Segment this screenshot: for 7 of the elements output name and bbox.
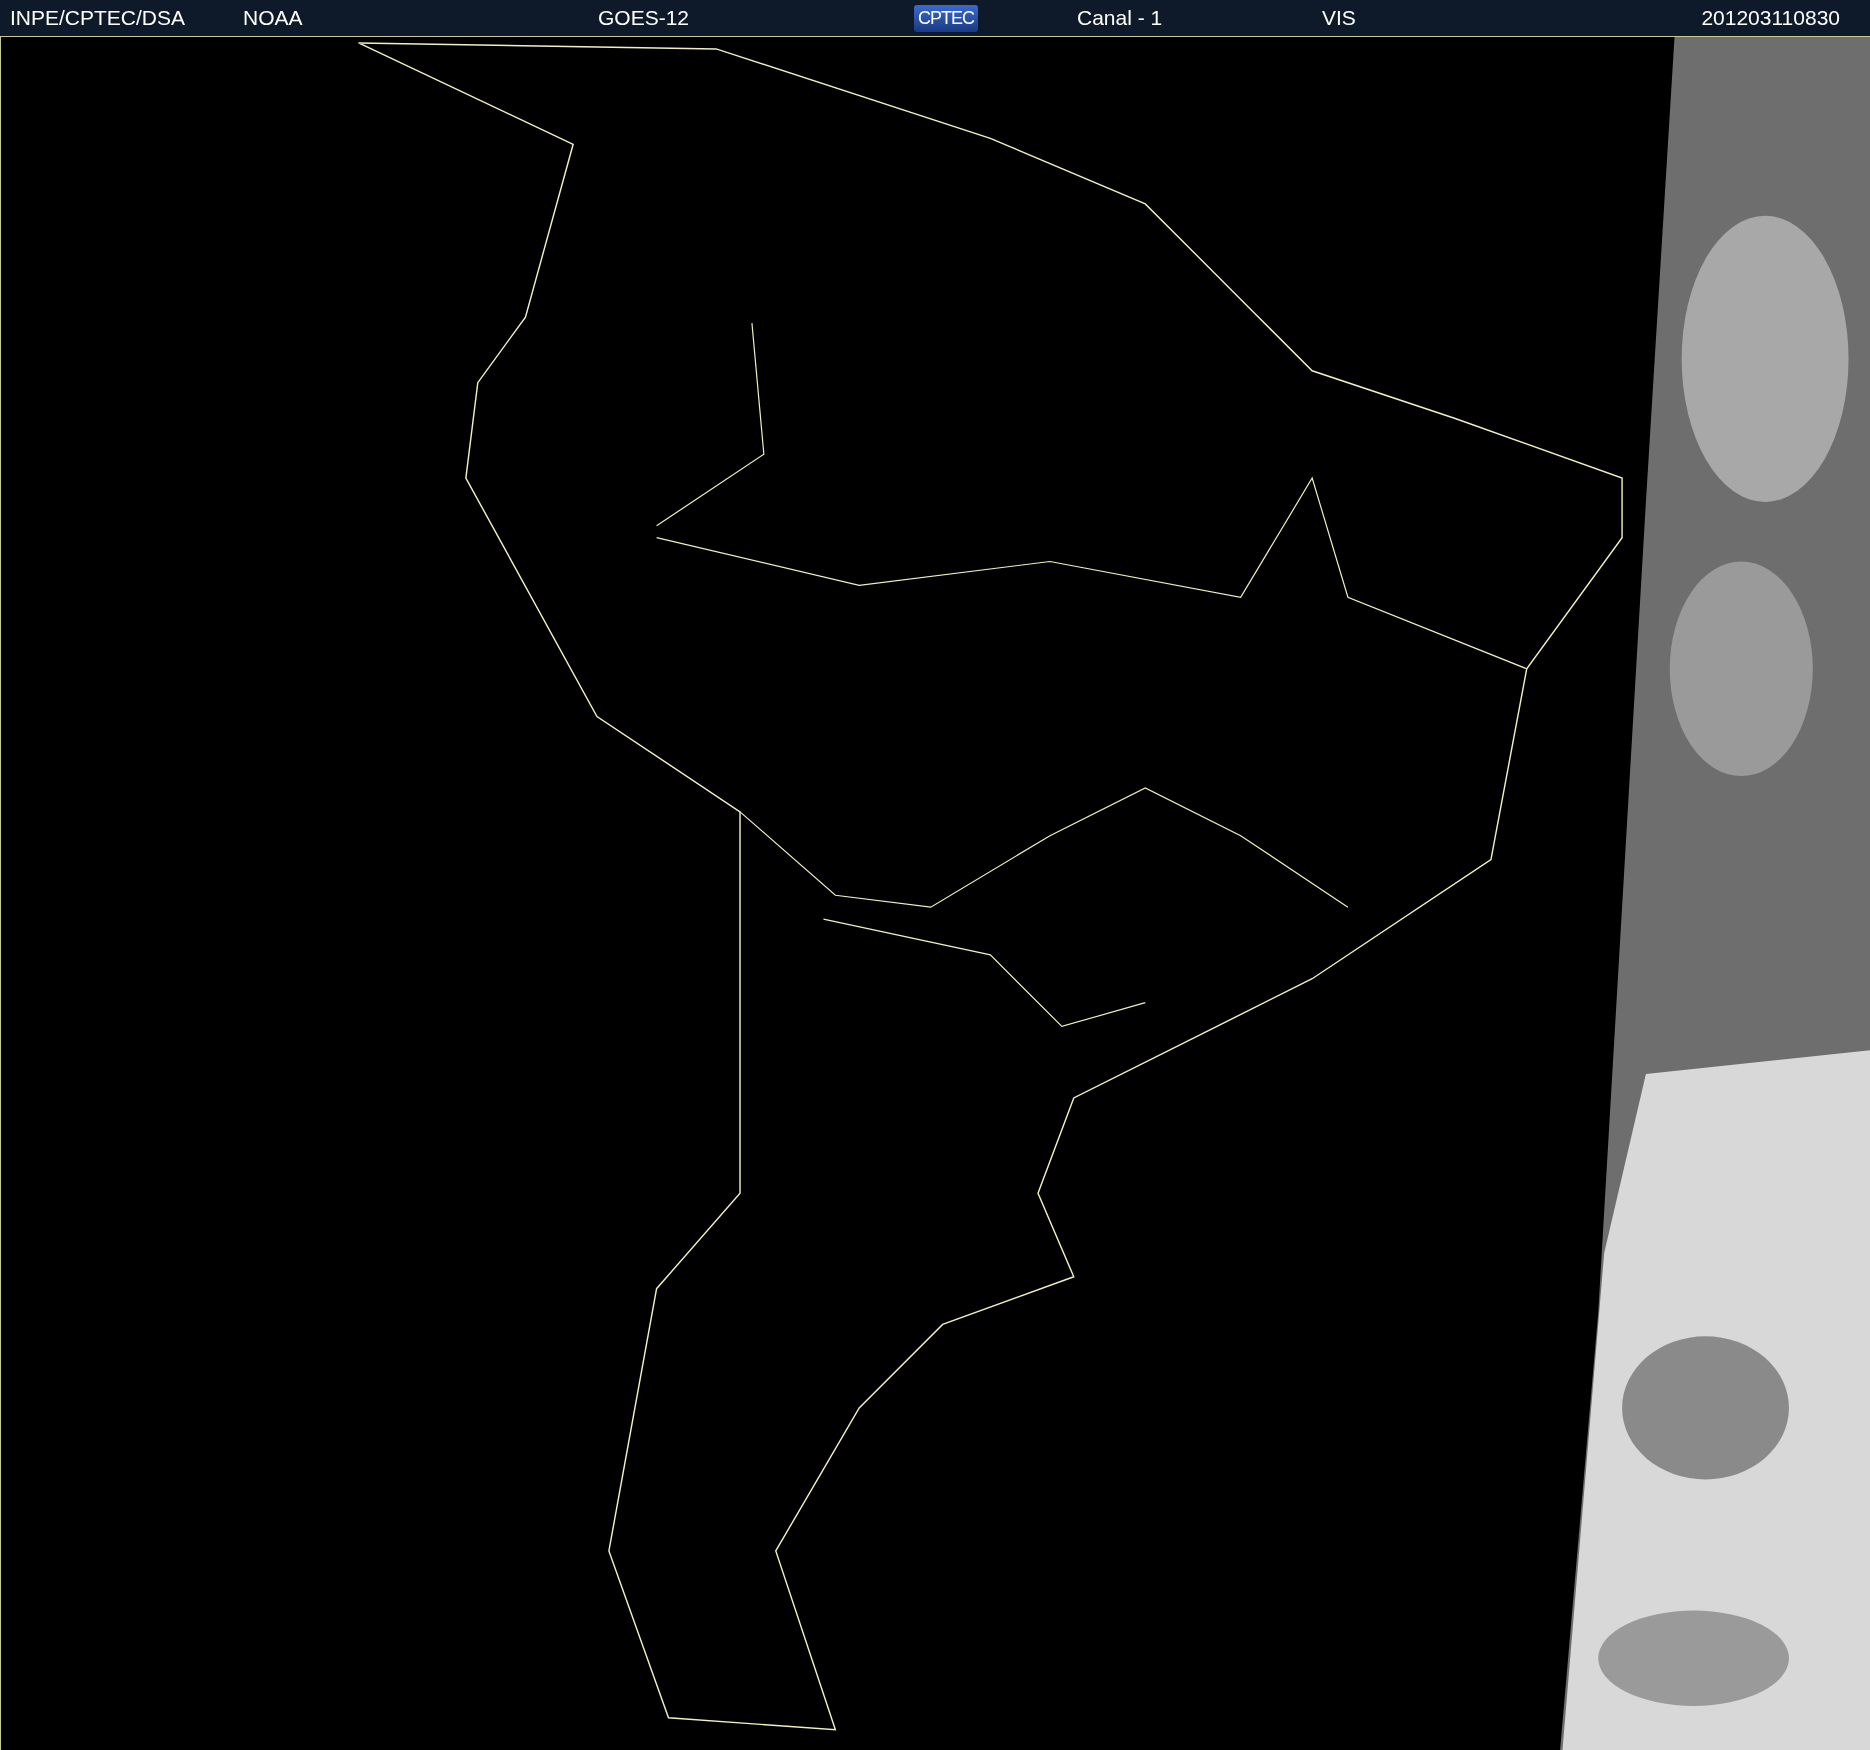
logo: CPTEC [914,4,978,32]
timestamp-label: 201203110830 [1701,6,1840,30]
band-label: VIS [1322,6,1356,30]
satellite-label: GOES-12 [598,6,690,30]
channel-label: Canal - 1 [1077,6,1163,30]
agency-label: INPE/CPTEC/DSA [10,6,186,30]
source-label: NOAA [243,6,303,30]
